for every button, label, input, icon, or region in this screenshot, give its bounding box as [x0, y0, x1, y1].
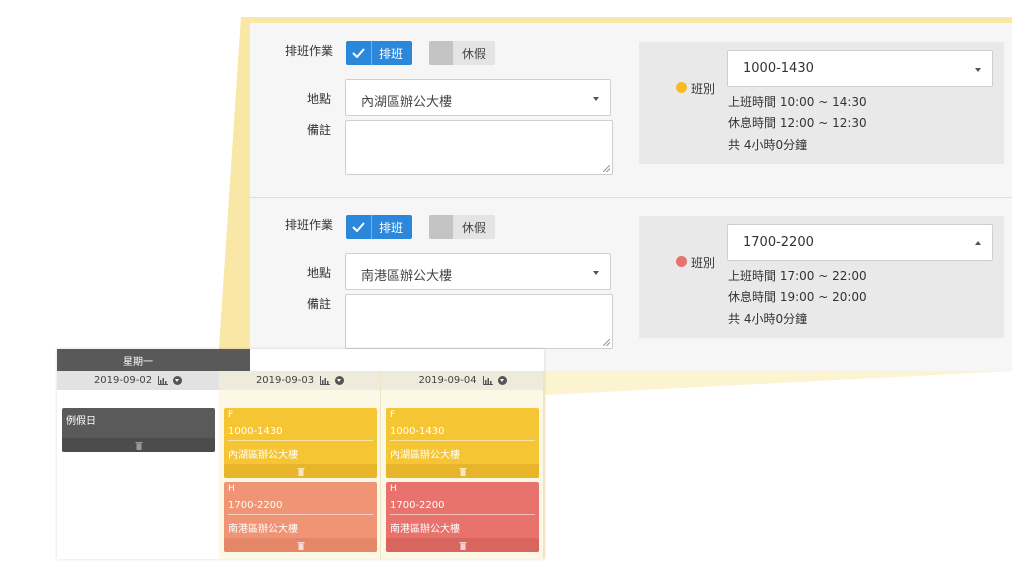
- shift-time: 1000-1430: [390, 426, 445, 437]
- weekday-header: 星期一: [57, 349, 219, 371]
- work-label: 排班作業: [285, 218, 334, 232]
- circle-chevron-icon[interactable]: [335, 376, 345, 385]
- schedule-toggle-on[interactable]: 排班: [346, 215, 412, 239]
- shift-entry: 排班作業 排班 休假 地點 南港區辦公大樓 備註 班別 1700-2200 上班…: [250, 197, 1012, 371]
- shift-code: H: [228, 484, 235, 494]
- shift-code: F: [390, 410, 396, 420]
- shift-entry: 排班作業 排班 休假 地點 內湖區辦公大樓 備註 班別 1000-1430 上班…: [250, 23, 1012, 197]
- shift-card[interactable]: H 1700-2200 南港區辦公大樓: [224, 482, 377, 552]
- shift-time: 1700-2200: [228, 500, 283, 511]
- shift-location: 內湖區辦公大樓: [228, 450, 298, 461]
- location-label: 地點: [307, 266, 332, 280]
- check-icon: [346, 41, 372, 65]
- trash-icon[interactable]: [459, 541, 466, 550]
- total-hours: 共 4小時0分鐘: [728, 138, 808, 152]
- shift-card[interactable]: F 1000-1430 內湖區辦公大樓: [224, 408, 377, 478]
- shift-label: 班別: [691, 82, 716, 96]
- date-bar: 2019-09-02: [57, 371, 219, 390]
- card-footer: [224, 464, 377, 478]
- chart-icon[interactable]: [320, 376, 331, 385]
- shift-detail-panel: 排班作業 排班 休假 地點 內湖區辦公大樓 備註 班別 1000-1430 上班…: [250, 23, 1012, 371]
- card-footer: [224, 538, 377, 552]
- work-hours: 上班時間 10:00 ~ 14:30: [728, 95, 867, 109]
- note-label: 備註: [307, 297, 332, 311]
- location-value: 內湖區辦公大樓: [361, 95, 453, 110]
- trash-icon[interactable]: [135, 441, 142, 450]
- card-divider: [390, 440, 535, 441]
- date-label: 2019-09-02: [93, 375, 153, 386]
- schedule-toggle-label: 排班: [379, 46, 404, 61]
- shift-location: 南港區辦公大樓: [228, 524, 298, 535]
- weekday-header-next: [219, 349, 250, 371]
- holiday-label: 例假日: [66, 416, 96, 427]
- shift-value: 1700-2200: [743, 235, 814, 250]
- shift-color-dot: [676, 82, 687, 93]
- note-label: 備註: [307, 123, 332, 137]
- chart-icon[interactable]: [482, 376, 493, 385]
- date-label: 2019-09-04: [418, 375, 477, 386]
- shift-code: H: [390, 484, 397, 494]
- resize-handle[interactable]: [603, 165, 610, 172]
- card-footer: [386, 538, 539, 552]
- location-select[interactable]: 南港區辦公大樓: [345, 253, 611, 290]
- shift-time: 1700-2200: [390, 500, 445, 511]
- shift-location: 內湖區辦公大樓: [390, 450, 460, 461]
- trash-icon[interactable]: [297, 541, 304, 550]
- date-bar: 2019-09-04: [381, 371, 544, 390]
- circle-chevron-icon[interactable]: [173, 376, 183, 385]
- card-divider: [228, 514, 373, 515]
- date-bar: 2019-09-03: [219, 371, 381, 390]
- card-footer: [62, 438, 215, 452]
- shift-time: 1000-1430: [228, 426, 283, 437]
- shift-value: 1000-1430: [743, 61, 814, 76]
- holiday-card[interactable]: 例假日: [62, 408, 215, 452]
- shift-card[interactable]: H 1700-2200 南港區辦公大樓: [386, 482, 539, 552]
- schedule-toggle-on[interactable]: 排班: [346, 41, 412, 65]
- location-value: 南港區辦公大樓: [361, 269, 453, 284]
- work-label: 排班作業: [285, 44, 334, 58]
- shift-location: 南港區辦公大樓: [390, 524, 460, 535]
- day-column: 2019-09-04 F 1000-1430 內湖區辦公大樓 H 1700-22…: [381, 371, 544, 559]
- shift-box: 班別 1000-1430 上班時間 10:00 ~ 14:30 休息時間 12:…: [639, 42, 1004, 164]
- card-footer: [386, 464, 539, 478]
- total-hours: 共 4小時0分鐘: [728, 312, 808, 326]
- shift-label: 班別: [691, 256, 716, 270]
- trash-icon[interactable]: [297, 467, 304, 476]
- location-label: 地點: [307, 92, 332, 106]
- shift-select[interactable]: 1000-1430: [727, 50, 993, 87]
- chart-icon[interactable]: [158, 376, 169, 385]
- break-hours: 休息時間 12:00 ~ 12:30: [728, 116, 867, 130]
- schedule-toggle-label: 排班: [379, 220, 404, 235]
- toggle-box: [429, 215, 453, 239]
- shift-card[interactable]: F 1000-1430 內湖區辦公大樓: [386, 408, 539, 478]
- note-textarea[interactable]: [345, 120, 613, 175]
- leave-toggle-label: 休假: [462, 220, 487, 235]
- leave-toggle-label: 休假: [462, 46, 487, 61]
- leave-toggle[interactable]: 休假: [429, 41, 495, 65]
- caret-down-icon: [975, 68, 981, 72]
- shift-color-dot: [676, 256, 687, 267]
- day-column: 2019-09-02 例假日: [57, 371, 219, 559]
- shift-box: 班別 1700-2200 上班時間 17:00 ~ 22:00 休息時間 19:…: [639, 216, 1004, 338]
- leave-toggle[interactable]: 休假: [429, 215, 495, 239]
- shift-select[interactable]: 1700-2200: [727, 224, 993, 261]
- trash-icon[interactable]: [459, 467, 466, 476]
- location-select[interactable]: 內湖區辦公大樓: [345, 79, 611, 116]
- day-column: 2019-09-03 F 1000-1430 內湖區辦公大樓 H 1700-22…: [219, 371, 381, 559]
- toggle-box: [429, 41, 453, 65]
- resize-handle[interactable]: [603, 339, 610, 346]
- card-divider: [228, 440, 373, 441]
- shift-code: F: [228, 410, 234, 420]
- work-hours: 上班時間 17:00 ~ 22:00: [728, 269, 867, 283]
- caret-down-icon: [593, 97, 599, 101]
- circle-chevron-icon[interactable]: [497, 376, 507, 385]
- caret-down-icon: [593, 271, 599, 275]
- note-textarea[interactable]: [345, 294, 613, 349]
- date-label: 2019-09-03: [255, 375, 315, 386]
- check-icon: [346, 215, 372, 239]
- caret-up-icon: [975, 241, 981, 245]
- break-hours: 休息時間 19:00 ~ 20:00: [728, 290, 867, 304]
- card-divider: [390, 514, 535, 515]
- schedule-calendar: 星期一 2019-09-02 例假日 2019-09-03 F 1000-143…: [57, 349, 544, 559]
